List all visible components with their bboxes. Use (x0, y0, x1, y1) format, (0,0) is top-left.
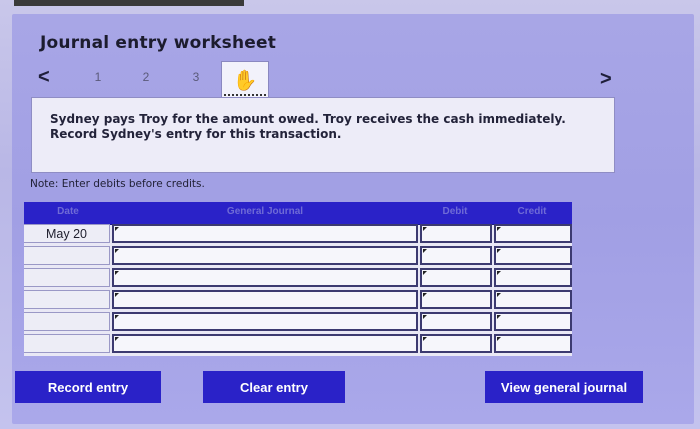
journal-table: Date General Journal Debit Credit May 20 (24, 202, 572, 356)
transaction-description: Sydney pays Troy for the amount owed. Tr… (31, 97, 615, 173)
debit-input[interactable] (420, 334, 492, 353)
debit-input[interactable] (420, 312, 492, 331)
description-line-2: Record Sydney's entry for this transacti… (50, 127, 342, 141)
header-general-journal: General Journal (226, 206, 304, 217)
note-text: Note: Enter debits before credits. (30, 178, 205, 190)
credit-input[interactable] (494, 312, 572, 331)
debit-input[interactable] (420, 290, 492, 309)
step-2-tab[interactable]: 2 (136, 70, 156, 84)
dropdown-caret-icon (423, 337, 427, 341)
debit-input[interactable] (420, 268, 492, 287)
table-row: May 20 (24, 224, 572, 245)
date-cell (24, 246, 110, 265)
credit-input[interactable] (494, 290, 572, 309)
description-line-1: Sydney pays Troy for the amount owed. Tr… (50, 112, 566, 126)
dropdown-caret-icon (115, 337, 119, 341)
date-cell (24, 290, 110, 309)
table-row (24, 268, 572, 289)
table-row (24, 246, 572, 267)
dropdown-caret-icon (497, 293, 501, 297)
account-select[interactable] (112, 334, 418, 353)
dropdown-caret-icon (115, 315, 119, 319)
dropdown-caret-icon (115, 293, 119, 297)
table-row (24, 334, 572, 355)
header-credit: Credit (517, 206, 547, 217)
credit-input[interactable] (494, 268, 572, 287)
date-cell (24, 334, 110, 353)
dropdown-caret-icon (497, 271, 501, 275)
debit-input[interactable] (420, 224, 492, 243)
dropdown-caret-icon (497, 315, 501, 319)
dropdown-caret-icon (423, 227, 427, 231)
account-select[interactable] (112, 290, 418, 309)
debit-input[interactable] (420, 246, 492, 265)
header-date: Date (57, 206, 79, 217)
chevron-left-icon[interactable]: < (38, 66, 50, 89)
step-3-tab[interactable]: 3 (186, 70, 206, 84)
account-select[interactable] (112, 268, 418, 287)
table-header: Date General Journal Debit Credit (24, 202, 572, 225)
credit-input[interactable] (494, 246, 572, 265)
hand-pointer-icon: ✋ (232, 69, 258, 92)
account-select[interactable] (112, 246, 418, 265)
chevron-right-icon[interactable]: > (600, 68, 612, 91)
dropdown-caret-icon (497, 337, 501, 341)
credit-input[interactable] (494, 224, 572, 243)
page-title: Journal entry worksheet (40, 33, 277, 53)
dropdown-caret-icon (423, 249, 427, 253)
dropdown-caret-icon (423, 315, 427, 319)
account-select[interactable] (112, 312, 418, 331)
table-row (24, 312, 572, 333)
dropdown-caret-icon (115, 249, 119, 253)
date-value: May 20 (46, 227, 87, 241)
view-general-journal-button[interactable]: View general journal (485, 371, 643, 403)
dropdown-caret-icon (115, 271, 119, 275)
step-4-tab-active[interactable]: ✋ (221, 61, 269, 99)
dropdown-caret-icon (423, 293, 427, 297)
dropdown-caret-icon (423, 271, 427, 275)
top-bar (14, 0, 244, 6)
date-cell (24, 312, 110, 331)
account-select[interactable] (112, 224, 418, 243)
header-debit: Debit (442, 206, 468, 217)
credit-input[interactable] (494, 334, 572, 353)
date-cell (24, 268, 110, 287)
step-1-tab[interactable]: 1 (88, 70, 108, 84)
clear-entry-button[interactable]: Clear entry (203, 371, 345, 403)
date-cell: May 20 (24, 224, 110, 243)
table-row (24, 290, 572, 311)
record-entry-button[interactable]: Record entry (15, 371, 161, 403)
step-navigation: < 1 2 3 ✋ > (0, 61, 700, 100)
dropdown-caret-icon (115, 227, 119, 231)
dropdown-caret-icon (497, 249, 501, 253)
dropdown-caret-icon (497, 227, 501, 231)
